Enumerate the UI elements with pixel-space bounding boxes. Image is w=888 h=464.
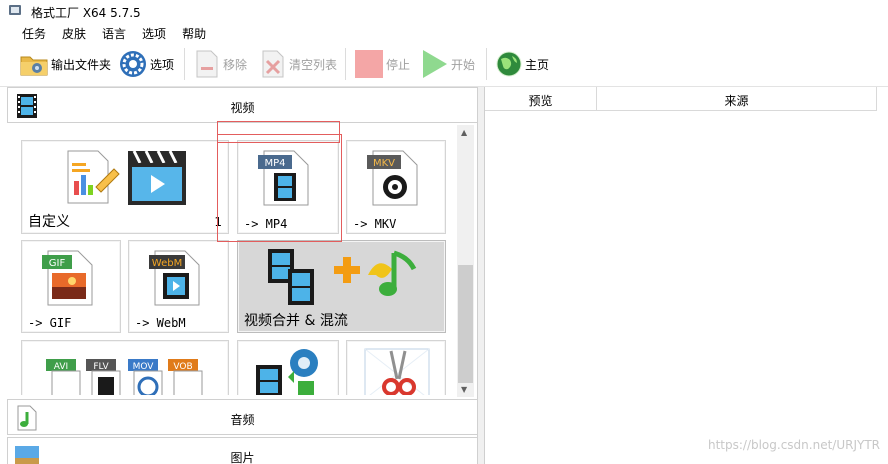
tile-mkv[interactable]: MKV -> MKV [346, 140, 446, 234]
scroll-thumb[interactable] [458, 265, 473, 383]
start-label: 开始 [451, 57, 476, 72]
menu-options[interactable]: 选项 [134, 22, 174, 42]
column-source[interactable]: 来源 [597, 87, 877, 111]
clear-list-icon [262, 50, 284, 78]
column-preview[interactable]: 预览 [485, 87, 597, 111]
start-button[interactable]: 开始 [421, 46, 475, 82]
tile-video-clip[interactable] [346, 340, 446, 395]
scroll-down-arrow[interactable]: ▼ [461, 385, 467, 394]
gif-badge: GIF [49, 258, 66, 269]
multi-format-icon: AVI FLV MOV VOB [46, 359, 203, 395]
output-folder-label: 输出文件夹 [51, 57, 112, 72]
home-button[interactable]: 主页 [495, 46, 549, 82]
tile-webm-label: -> WebM [135, 316, 186, 330]
window-title: 格式工厂 X64 5.7.5 [31, 6, 141, 20]
mkv-file-icon: MKV [367, 150, 418, 206]
tile-mkv-label: -> MKV [353, 217, 397, 231]
clear-list-button[interactable]: 清空列表 [259, 46, 337, 82]
scroll-up-arrow[interactable]: ▲ [461, 128, 467, 137]
film-stack-icon [268, 249, 314, 305]
webm-file-icon: WebM [149, 250, 200, 306]
tile-webm[interactable]: WebM -> WebM [128, 240, 229, 333]
clear-list-label: 清空列表 [289, 57, 338, 72]
options-label: 选项 [150, 57, 175, 72]
task-list-panel: 预览 来源 https://blog.csdn.net/URJYTR [484, 87, 888, 464]
mkv-badge: MKV [373, 158, 395, 169]
tile-gif-label: -> GIF [28, 316, 72, 330]
clapperboard-icon [128, 150, 186, 205]
remove-icon [196, 50, 218, 78]
toolbar-separator [486, 48, 487, 80]
scissors-icon [364, 348, 430, 395]
menu-tasks[interactable]: 任务 [14, 22, 54, 42]
tile-gif[interactable]: GIF -> GIF [21, 240, 121, 333]
category-audio-header[interactable]: 音频 [7, 399, 478, 435]
folder-icon [20, 56, 48, 76]
category-image-header[interactable]: 图片 [7, 437, 478, 464]
tile-custom-count: 1 [214, 215, 222, 229]
tile-custom[interactable]: 自定义 1 [21, 140, 229, 234]
stop-icon [355, 50, 383, 78]
category-audio-label: 音频 [230, 413, 255, 427]
category-video-label: 视频 [230, 101, 255, 115]
toolbar: 输出文件夹 选项 移除 清空列表 停止 开始 主页 [0, 42, 888, 87]
options-button[interactable]: 选项 [118, 46, 174, 82]
conversion-panel: 视频 自定义 1 MP4 -> MP4 MKV -> MKV GIF -> GI… [0, 87, 478, 464]
gear-icon [120, 51, 146, 77]
toolbar-separator [345, 48, 346, 80]
category-image-label: 图片 [230, 451, 255, 464]
menu-skin[interactable]: 皮肤 [54, 22, 94, 42]
title-bar: 格式工厂 X64 5.7.5 [0, 0, 888, 22]
app-icon [9, 5, 21, 15]
globe-icon [496, 51, 522, 77]
film-convert-icon [256, 349, 318, 395]
remove-label: 移除 [223, 57, 248, 72]
chart-document-icon [67, 150, 120, 204]
music-note-icon [368, 250, 417, 296]
tile-multi-format[interactable]: AVI FLV MOV VOB [21, 340, 229, 395]
stop-button[interactable]: 停止 [354, 46, 410, 82]
tile-video-merge[interactable]: 视频合并 & 混流 [237, 240, 446, 333]
mp4-file-icon: MP4 [258, 150, 309, 206]
tile-custom-label: 自定义 [28, 214, 70, 230]
watermark: https://blog.csdn.net/URJYTR [707, 438, 880, 452]
tile-video-merge-label: 视频合并 & 混流 [244, 313, 348, 329]
mp4-badge: MP4 [264, 158, 285, 169]
stop-label: 停止 [386, 57, 411, 72]
gif-file-icon: GIF [42, 250, 93, 306]
home-label: 主页 [525, 57, 550, 72]
tile-mp4-label: -> MP4 [244, 217, 288, 231]
start-icon [423, 50, 447, 78]
tile-video-tools[interactable] [237, 340, 339, 395]
output-folder-button[interactable]: 输出文件夹 [19, 46, 111, 82]
webm-badge: WebM [152, 258, 182, 269]
tile-mp4[interactable]: MP4 -> MP4 [237, 140, 339, 234]
video-format-grid: 自定义 1 MP4 -> MP4 MKV -> MKV GIF -> GIF W… [7, 125, 457, 395]
remove-button[interactable]: 移除 [193, 46, 247, 82]
format-factory-window: 格式工厂 X64 5.7.5 任务 皮肤 语言 选项 帮助 输出文件夹 选项 移… [0, 0, 888, 464]
toolbar-separator [184, 48, 185, 80]
menu-help[interactable]: 帮助 [174, 22, 214, 42]
menu-bar: 任务 皮肤 语言 选项 帮助 [0, 22, 888, 42]
menu-language[interactable]: 语言 [94, 22, 134, 42]
category-video-header[interactable]: 视频 [7, 87, 478, 123]
plus-icon [334, 257, 360, 283]
grid-scrollbar[interactable]: ▲ ▼ [457, 125, 474, 397]
